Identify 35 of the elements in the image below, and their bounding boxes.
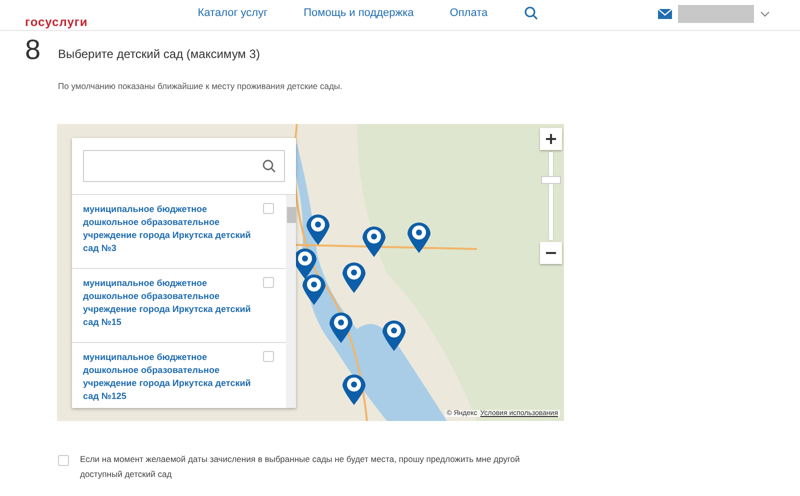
slider-thumb[interactable] [541, 176, 561, 184]
envelope-icon[interactable] [658, 9, 672, 19]
map-pin-icon[interactable] [406, 220, 432, 254]
scrollbar[interactable] [286, 195, 296, 408]
step-description: По умолчанию показаны ближайшие к месту проживания детские сады. [58, 81, 344, 91]
kindergarten-link[interactable]: муниципальное бюджетное дошкольное образовательное учреждение города Иркутска детский сад №125 [83, 351, 263, 408]
map-pin-icon[interactable] [381, 318, 407, 352]
checkbox-label: Если на момент желаемой даты зачисления в выбранные сады не будет места, прошу предложить мне другой доступный детский сад [80, 453, 521, 481]
checkbox[interactable] [263, 203, 274, 214]
nav-link[interactable]: Каталог услуг [198, 7, 268, 19]
checkbox[interactable] [263, 351, 274, 362]
map-pin-icon[interactable] [301, 272, 327, 306]
logo[interactable]: госуслуги [25, 15, 88, 29]
nav-link[interactable]: Оплата [450, 7, 488, 19]
map-pin-icon[interactable] [341, 372, 367, 406]
step-title: Выберите детский сад (максимум 3) [58, 47, 260, 61]
search-icon[interactable] [262, 159, 276, 173]
map-pin-icon[interactable] [341, 260, 367, 294]
search-field[interactable] [83, 150, 285, 182]
map-pin-icon[interactable] [305, 212, 331, 246]
map-pin-icon[interactable] [328, 310, 354, 344]
kindergarten-link[interactable]: муниципальное бюджетное дошкольное образовательное учреждение города Иркутска детский сад №3 [83, 203, 263, 261]
minus-icon [546, 252, 556, 254]
zoom-out-button[interactable] [540, 242, 562, 264]
checkbox[interactable] [58, 455, 69, 466]
search-icon[interactable] [524, 6, 538, 20]
plus-icon [546, 134, 556, 144]
chevron-down-icon[interactable] [760, 11, 770, 17]
nav-link[interactable]: Помощь и поддержка [304, 7, 414, 19]
step-number: 8 [25, 34, 42, 66]
zoom-in-button[interactable] [540, 128, 562, 150]
kindergarten-link[interactable]: муниципальное бюджетное дошкольное образовательное учреждение города Иркутска детский сад №15 [83, 277, 263, 335]
checkbox[interactable] [263, 277, 274, 288]
map-pin-icon[interactable] [361, 224, 387, 258]
zoom-slider[interactable] [541, 152, 561, 240]
